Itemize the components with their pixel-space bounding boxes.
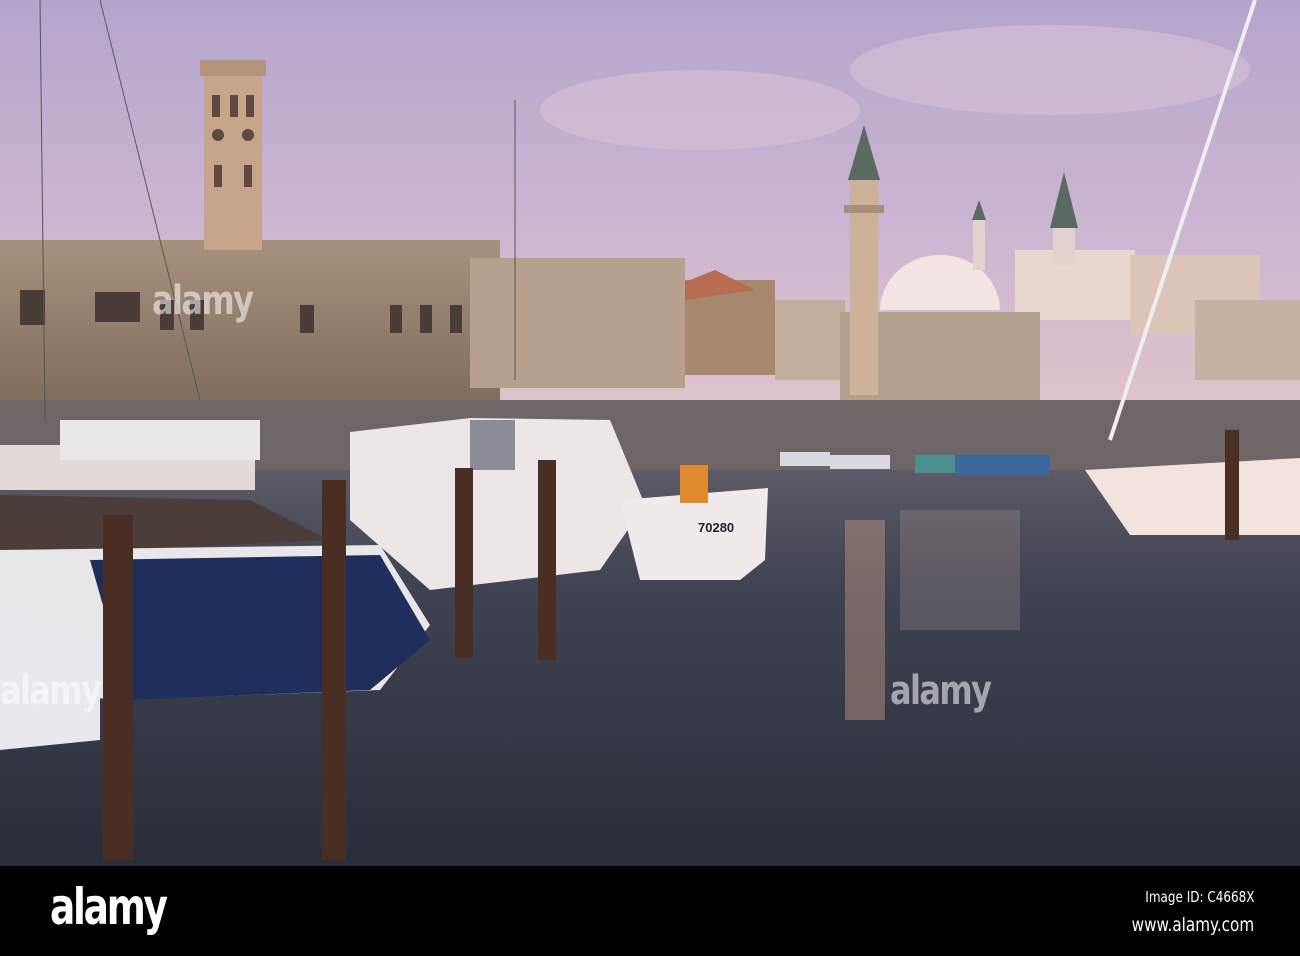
- clock-tower: [200, 60, 266, 250]
- image-id: Image ID: C4668X: [1144, 888, 1254, 906]
- mooring-post: [455, 468, 473, 658]
- stock-photo-page: 70280 alamy alamy alamy alamy Image ID: …: [0, 0, 1300, 956]
- mooring-post: [322, 480, 346, 860]
- mooring-post: [103, 515, 133, 860]
- boat-number: 70280: [698, 520, 734, 535]
- watermark: alamy: [0, 668, 102, 714]
- harbor-photo: 70280: [0, 0, 1300, 866]
- watermark: alamy: [152, 278, 254, 324]
- mooring-post: [1225, 430, 1239, 540]
- mooring-post: [538, 460, 556, 660]
- alamy-logo[interactable]: alamy: [50, 878, 168, 936]
- site-url[interactable]: www.alamy.com: [1131, 914, 1254, 936]
- footer-bar: alamy Image ID: C4668X www.alamy.com: [0, 866, 1300, 956]
- watermark: alamy: [890, 668, 992, 714]
